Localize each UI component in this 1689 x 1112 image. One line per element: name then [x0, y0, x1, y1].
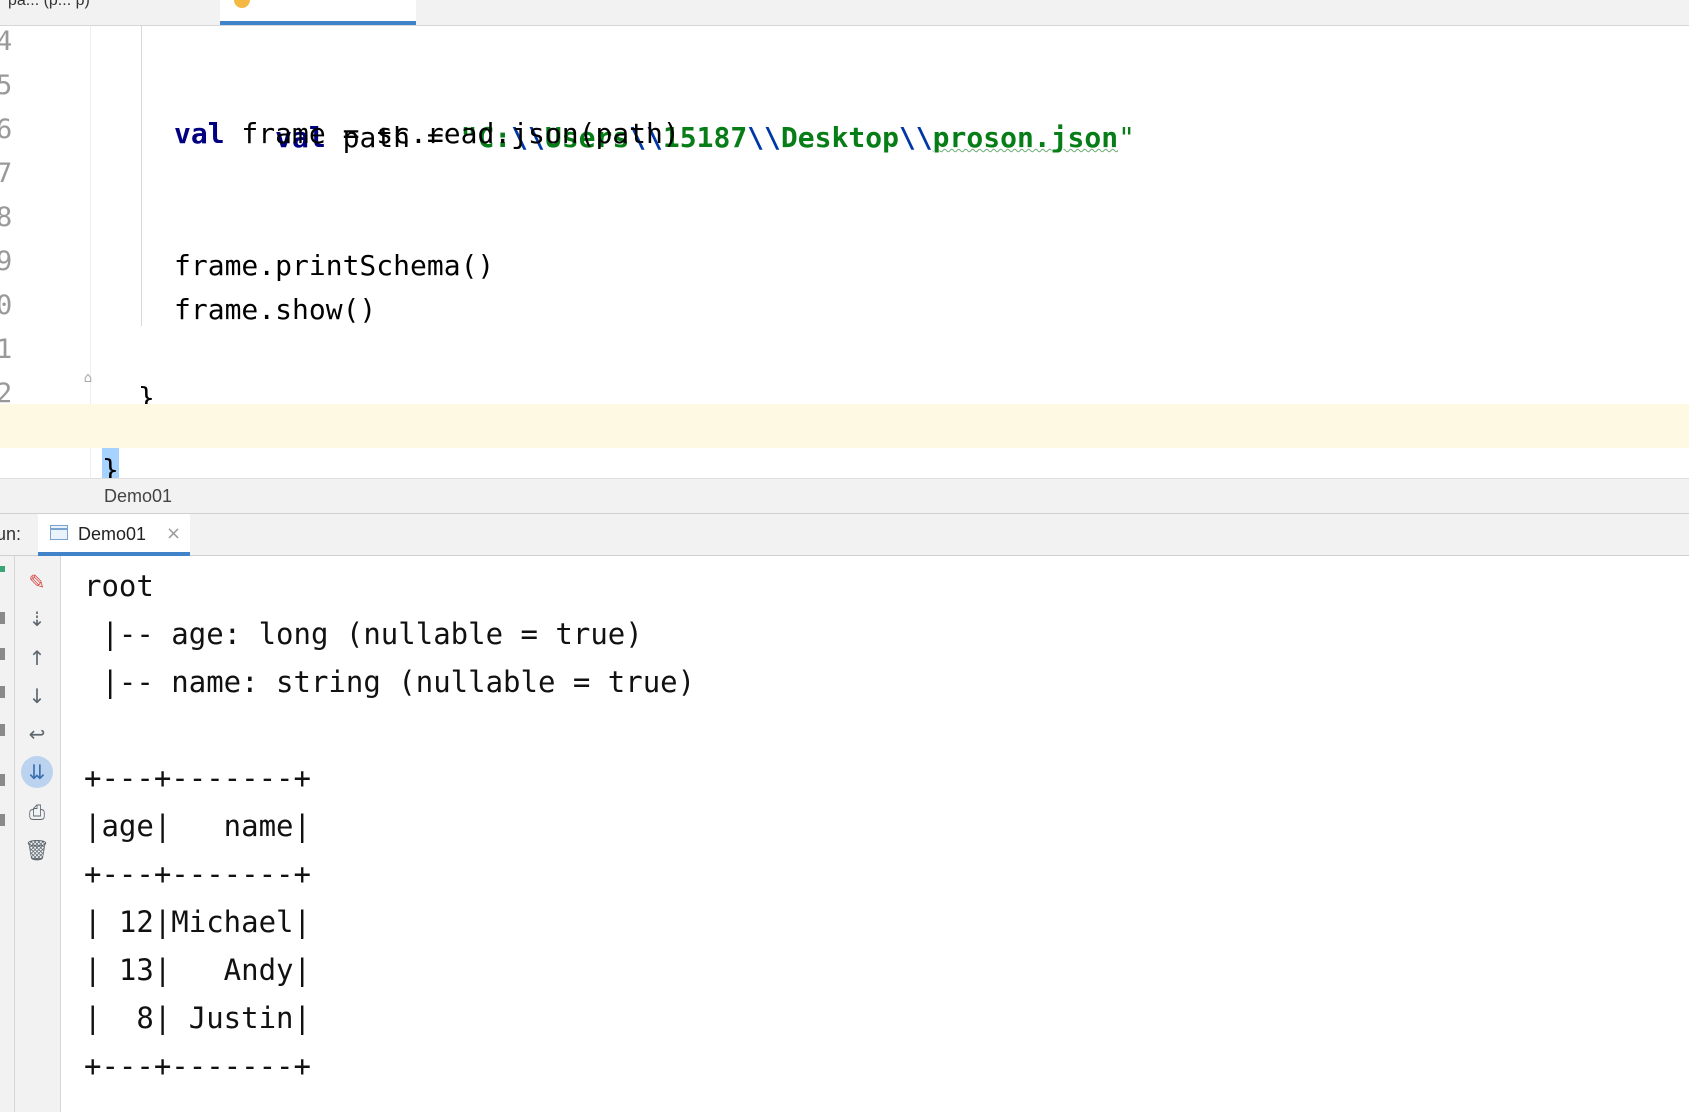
settings-icon[interactable]: [0, 686, 5, 698]
close-icon[interactable]: ×: [166, 523, 181, 544]
arrow-down-icon[interactable]: ↓: [21, 680, 53, 712]
breadcrumb: Demo01: [0, 478, 1689, 514]
code-line: frame.show(): [0, 238, 1689, 326]
trash-icon[interactable]: 🗑: [21, 834, 53, 866]
code-line: val path = "C:\\Users\\15187\\Desktop\\p…: [0, 26, 1689, 154]
console-output[interactable]: root |-- age: long (nullable = true) |--…: [62, 556, 1689, 1112]
code-line: frame.printSchema(): [0, 194, 1689, 282]
stop-icon[interactable]: [0, 612, 5, 624]
editor-tab-active[interactable]: [220, 0, 416, 25]
print-icon[interactable]: ⎙: [21, 796, 53, 828]
console-line: +---+-------+: [84, 761, 311, 795]
run-tab-demo01[interactable]: Demo01 ×: [38, 514, 190, 556]
clear-icon[interactable]: ✎: [21, 566, 53, 598]
console-line: root: [84, 569, 154, 603]
keyword-val: val: [174, 117, 225, 150]
run-label: un:: [0, 524, 22, 544]
breadcrumb-item[interactable]: Demo01: [104, 486, 172, 507]
console-line: +---+-------+: [84, 1049, 311, 1083]
string-literal-typo: proson.json: [932, 121, 1119, 154]
pin-icon[interactable]: [0, 724, 5, 736]
run-left-strip: [0, 556, 15, 1112]
escape-sequence: \\: [898, 121, 933, 154]
string-literal: Desktop: [780, 121, 899, 154]
console-line: +---+-------+: [84, 857, 311, 891]
run-tool-window-header: un: Demo01 ×: [0, 514, 1689, 556]
rerun-icon[interactable]: [0, 566, 5, 572]
code-line: }: [0, 326, 1689, 414]
run-tab-title: Demo01: [78, 524, 147, 544]
editor-tab-strip: pa... (p... p): [0, 0, 1689, 26]
scroll-to-end-icon[interactable]: ⇊: [21, 756, 53, 788]
console-line: | 13| Andy|: [84, 953, 311, 987]
console-line: | 12|Michael|: [84, 905, 311, 939]
console-line: |age| name|: [84, 809, 311, 843]
active-tab-underline: [220, 21, 416, 25]
arrow-up-icon[interactable]: ↑: [21, 642, 53, 674]
escape-sequence: \\: [747, 121, 781, 154]
console-line: | 8| Justin|: [84, 1001, 311, 1035]
editor-tab-previous[interactable]: pa... (p... p): [0, 0, 210, 22]
sort-icon[interactable]: ⇣: [21, 603, 53, 635]
code-text: frame = sc.read.json(path): [224, 117, 680, 150]
run-config-icon: [50, 525, 68, 540]
string-literal: ": [1118, 121, 1135, 154]
console-line: |-- age: long (nullable = true): [84, 617, 643, 651]
expand-icon[interactable]: [0, 814, 5, 826]
restore-layout-icon[interactable]: [0, 648, 5, 660]
closing-brace-matched: }: [102, 448, 119, 478]
code-line: val frame = sc.read.json(path): [0, 62, 1689, 150]
console-line: |-- name: string (nullable = true): [84, 665, 696, 699]
code-line-current: }: [0, 404, 1689, 478]
layout-icon[interactable]: [0, 774, 5, 786]
scala-file-icon: [234, 0, 250, 8]
code-editor[interactable]: 4 5 6 7 8 9 0 1 2 3 ⌂ ⌂ val path = "C:\\…: [0, 26, 1689, 478]
run-toolbar: ✎ ⇣ ↑ ↓ ↩ ⇊ ⎙ 🗑: [15, 556, 61, 1112]
soft-wrap-icon[interactable]: ↩: [21, 718, 53, 750]
